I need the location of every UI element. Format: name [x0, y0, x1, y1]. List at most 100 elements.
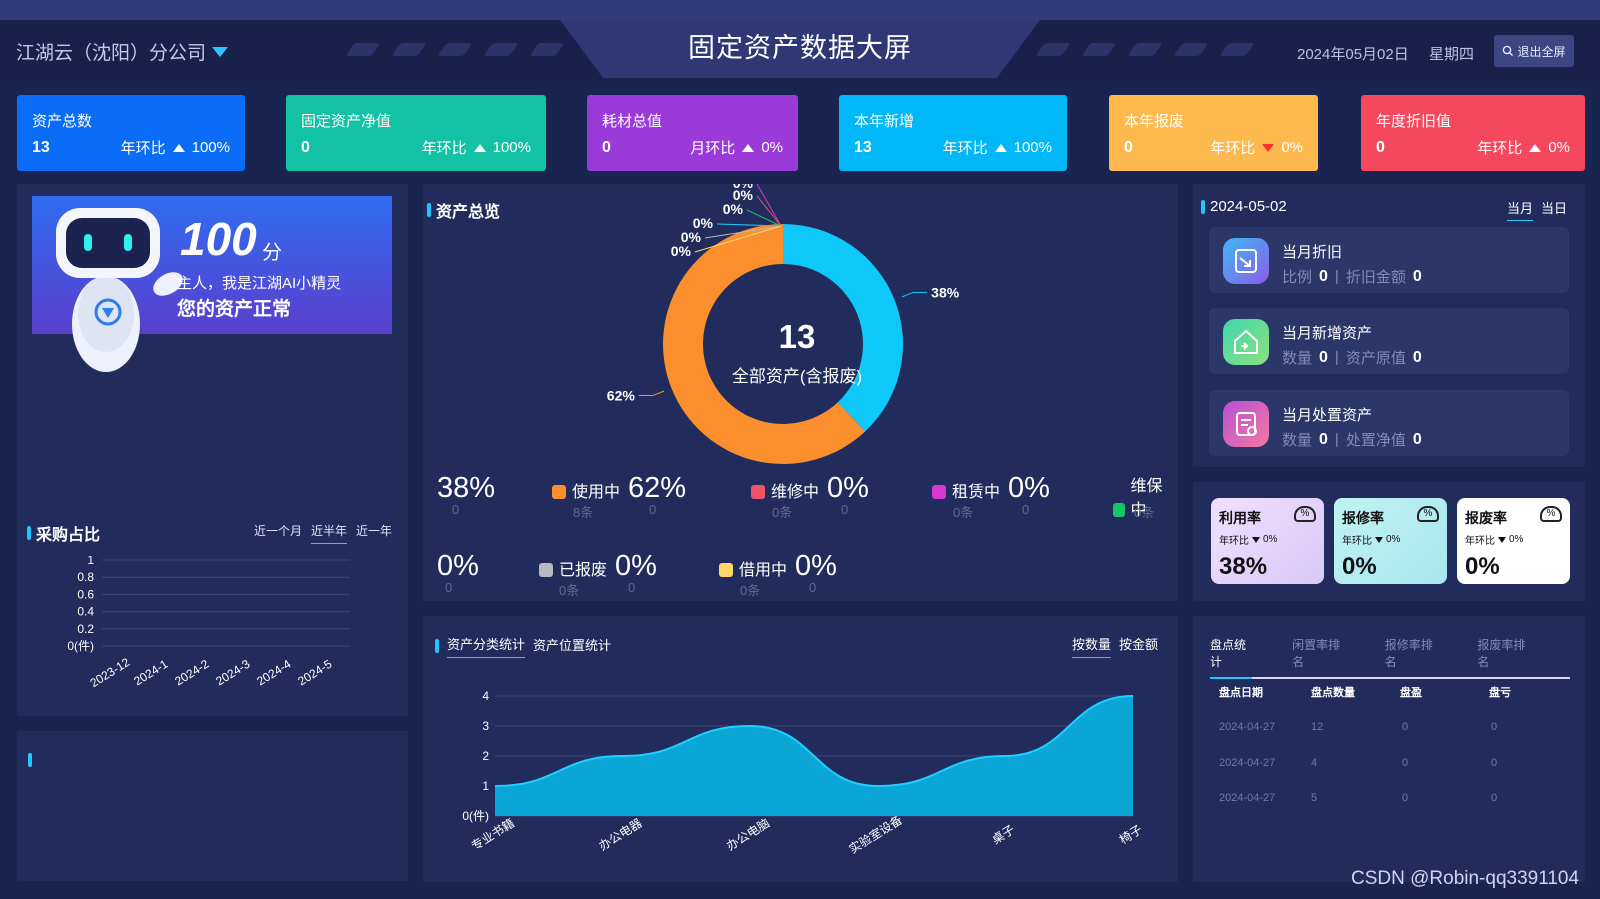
inventory-tabs: 盘点统计 闲置率排名 报修率排名 报废率排名: [1210, 636, 1570, 679]
legend-item-leasing[interactable]: 租赁中 0%: [932, 472, 1050, 505]
stat-card-cmp-value: 100%: [191, 139, 230, 156]
purchase-line-chart: 10.80.60.40.20(件)2023-12 2024-1 2024-2 2024…: [67, 556, 350, 690]
page-title: 固定资产数据大屏: [688, 33, 912, 63]
rate-card-repair[interactable]: 报修率 % 年环比 0% 0%: [1334, 498, 1447, 584]
section-marker: [435, 639, 439, 653]
trend-down-icon: [1375, 536, 1383, 543]
stat-card-cmp-label: 年环比: [942, 140, 988, 157]
trend-up-icon: [994, 143, 1007, 152]
company-name: 江湖云（沈阳）分公司: [16, 43, 207, 64]
info-card-monthly-new-assets[interactable]: 当月新增资产 数量 0 | 资产原值 0: [1209, 308, 1569, 374]
section-marker: [427, 203, 431, 217]
section-marker: [27, 526, 31, 540]
tab-by-quantity[interactable]: 按数量: [1071, 634, 1111, 658]
trend-down-icon: [1498, 536, 1506, 543]
y-tick-label: 0.4: [77, 605, 94, 619]
table-header-date: 盘点日期: [1219, 687, 1263, 699]
rate-value: 0%: [1465, 553, 1500, 580]
stat-card-cmp-label: 年环比: [1210, 140, 1256, 157]
info-card-title: 当月新增资产: [1282, 325, 1373, 342]
legend-item-borrowed[interactable]: 借用中 0%: [719, 550, 837, 583]
category-panel: 资产分类统计 资产位置统计 按数量 按金额 4 3 2 1 0(件) 专业书籍 办公电器 办公…: [423, 616, 1178, 882]
table-header-loss: 盘亏: [1489, 687, 1511, 699]
trend-up-icon: [172, 143, 185, 152]
search-icon: [1503, 45, 1514, 56]
purchase-tab-half-year[interactable]: 近半年: [311, 522, 348, 544]
overview-panel: 资产总览 38%62%0%0%0%0%0%0% 13 全部资产(含报废) 38%…: [423, 184, 1178, 601]
rate-card-scrap[interactable]: 报废率 % 年环比 0% 0%: [1457, 498, 1570, 584]
slice-leader-line: [756, 195, 782, 227]
tab-current-month[interactable]: 当月: [1506, 198, 1533, 221]
header-weekday: 星期四: [1429, 46, 1475, 63]
tab-location-stats[interactable]: 资产位置统计: [533, 635, 611, 658]
x-tick-label: 2023-12: [87, 655, 132, 690]
stat-card-depreciation[interactable]: 年度折旧值 0 年环比 0%: [1361, 95, 1585, 171]
left-bottom-panel: [17, 731, 408, 881]
info-card-monthly-depreciation[interactable]: 当月折旧 比例 0 | 折旧金额 0: [1209, 227, 1569, 293]
company-selector[interactable]: 江湖云（沈阳）分公司: [16, 38, 229, 65]
legend-item[interactable]: 0%: [437, 550, 479, 583]
tab-by-amount[interactable]: 按金额: [1119, 634, 1158, 658]
stat-card-title: 本年新增: [854, 113, 915, 130]
stat-card-net-value[interactable]: 固定资产净值 0 年环比 100%: [286, 95, 546, 171]
rate-card-utilization[interactable]: 利用率 % 年环比 0% 38%: [1211, 498, 1324, 584]
legend-item-in-use[interactable]: 使用中 62%: [552, 472, 686, 505]
stat-card-new-this-year[interactable]: 本年新增 13 年环比 100%: [839, 95, 1067, 171]
x-tick-label: 实验室设备: [846, 812, 905, 857]
stat-card-scrapped[interactable]: 本年报废 0 年环比 0%: [1109, 95, 1318, 171]
x-tick-label: 2024-3: [213, 657, 252, 689]
stat-card-value: 0: [1124, 139, 1133, 156]
stat-card-cmp-value: 100%: [492, 139, 531, 156]
rate-value: 0%: [1342, 553, 1377, 580]
exit-fullscreen-label: 退出全屏: [1517, 44, 1566, 59]
tab-idle-rank[interactable]: 闲置率排名: [1292, 636, 1345, 677]
slice-label: 0%: [671, 243, 692, 259]
slice-leader-line: [901, 291, 928, 298]
stat-card-cmp-value: 0%: [761, 139, 783, 156]
ai-status: 您的资产正常: [177, 299, 292, 320]
header-decoration-left: [345, 43, 565, 56]
stat-card-title: 固定资产净值: [301, 113, 392, 130]
category-area-chart: 43210(件)专业书籍 办公电器 办公电脑 实验室设备 桌子 椅子: [462, 689, 1144, 857]
purchase-tab-month[interactable]: 近一个月: [254, 522, 302, 544]
rate-value: 38%: [1219, 553, 1268, 580]
stat-card-consumables[interactable]: 耗材总值 0 月环比 0%: [587, 95, 798, 171]
stat-card-value: 13: [32, 139, 50, 156]
stat-card-total-assets[interactable]: 资产总数 13 年环比 100%: [17, 95, 245, 171]
slice-label: 62%: [607, 388, 636, 404]
trend-down-icon: [1262, 143, 1275, 152]
x-tick-label: 办公电脑: [723, 815, 772, 853]
caret-down-icon: [212, 46, 229, 57]
stat-card-cmp-label: 年环比: [1477, 140, 1523, 157]
slice-label: 38%: [931, 284, 960, 300]
tab-current-day[interactable]: 当日: [1541, 198, 1567, 221]
exit-fullscreen-button[interactable]: 退出全屏: [1494, 35, 1574, 67]
info-card-monthly-disposed[interactable]: 当月处置资产 数量 0 | 处置净值 0: [1209, 390, 1569, 456]
x-tick-label: 2024-1: [131, 657, 170, 689]
tab-inventory-stats[interactable]: 盘点统计: [1210, 636, 1253, 679]
trend-up-icon: [742, 143, 755, 152]
info-card-title: 当月折旧: [1282, 244, 1343, 261]
new-asset-icon: [1223, 319, 1269, 365]
slice-leader-line: [638, 390, 665, 397]
stat-card-value: 0: [602, 139, 611, 156]
stat-card-title: 本年报废: [1124, 113, 1185, 130]
legend-item-repair[interactable]: 维修中 0%: [751, 472, 869, 505]
legend-item-scrapped[interactable]: 已报废 0%: [539, 550, 657, 583]
tab-repair-rank[interactable]: 报修率排名: [1385, 636, 1438, 677]
legend-item[interactable]: 38%: [437, 472, 495, 505]
y-tick-label: 0.6: [77, 587, 94, 601]
tab-category-stats[interactable]: 资产分类统计: [447, 634, 526, 658]
stat-card-cmp-value: 0%: [1281, 139, 1303, 156]
y-tick-label: 0.8: [77, 570, 94, 584]
trend-up-icon: [1529, 143, 1542, 152]
stat-card-cmp-value: 100%: [1013, 139, 1052, 156]
x-tick-label: 办公电器: [596, 815, 645, 853]
percent-icon: %: [1540, 506, 1562, 522]
purchase-range-tabs: 近一个月 近半年 近一年: [254, 522, 392, 544]
info-card-title: 当月处置资产: [1282, 407, 1373, 424]
tab-scrap-rank[interactable]: 报废率排名: [1477, 636, 1530, 677]
header-date: 2024年05月02日: [1297, 46, 1409, 63]
purchase-tab-year[interactable]: 近一年: [356, 522, 392, 544]
slice-leader-line: [756, 184, 782, 227]
